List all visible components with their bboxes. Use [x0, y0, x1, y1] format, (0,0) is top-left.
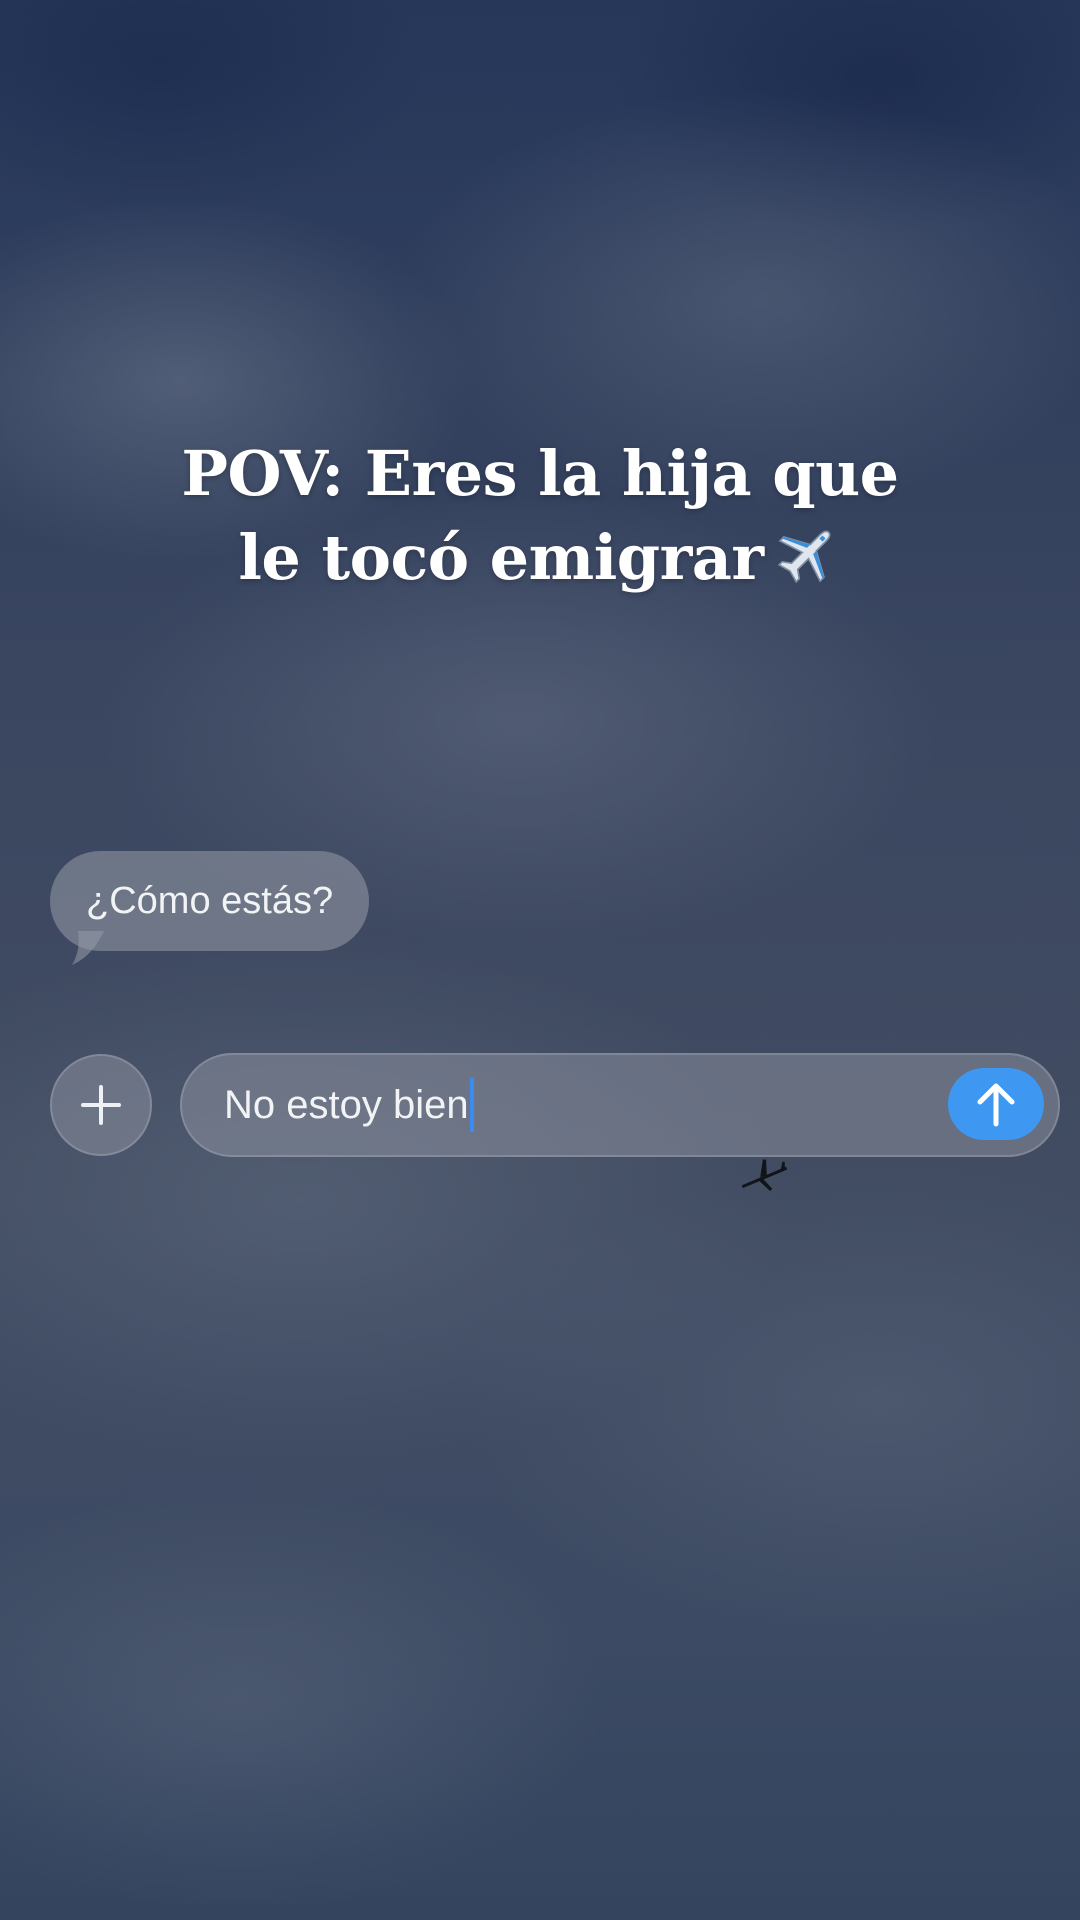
text-caret [469, 1078, 474, 1132]
plus-icon [81, 1085, 121, 1125]
message-input[interactable]: No estoy bien [180, 1053, 1060, 1157]
airplane-silhouette-icon [741, 1159, 788, 1191]
caption-line-1: POV: Eres la hija que [181, 437, 899, 510]
caption-line-2: le tocó emigrar [0, 516, 1080, 600]
received-message: ¿Cómo estás? [50, 851, 370, 965]
message-text: ¿Cómo estás? [86, 879, 334, 922]
input-value: No estoy bien [224, 1082, 469, 1127]
airplane-icon [777, 530, 831, 584]
overlay-caption: POV: Eres la hija que le tocó emigrar [0, 432, 1080, 600]
arrow-up-icon [977, 1083, 1015, 1127]
add-attachment-button[interactable] [50, 1054, 152, 1156]
sky-background [0, 0, 1080, 1920]
message-bubble: ¿Cómo estás? [50, 851, 370, 951]
message-input-field[interactable]: No estoy bien [224, 1053, 474, 1157]
send-button[interactable] [948, 1068, 1044, 1140]
caption-line-2-text: le tocó emigrar [238, 521, 764, 594]
